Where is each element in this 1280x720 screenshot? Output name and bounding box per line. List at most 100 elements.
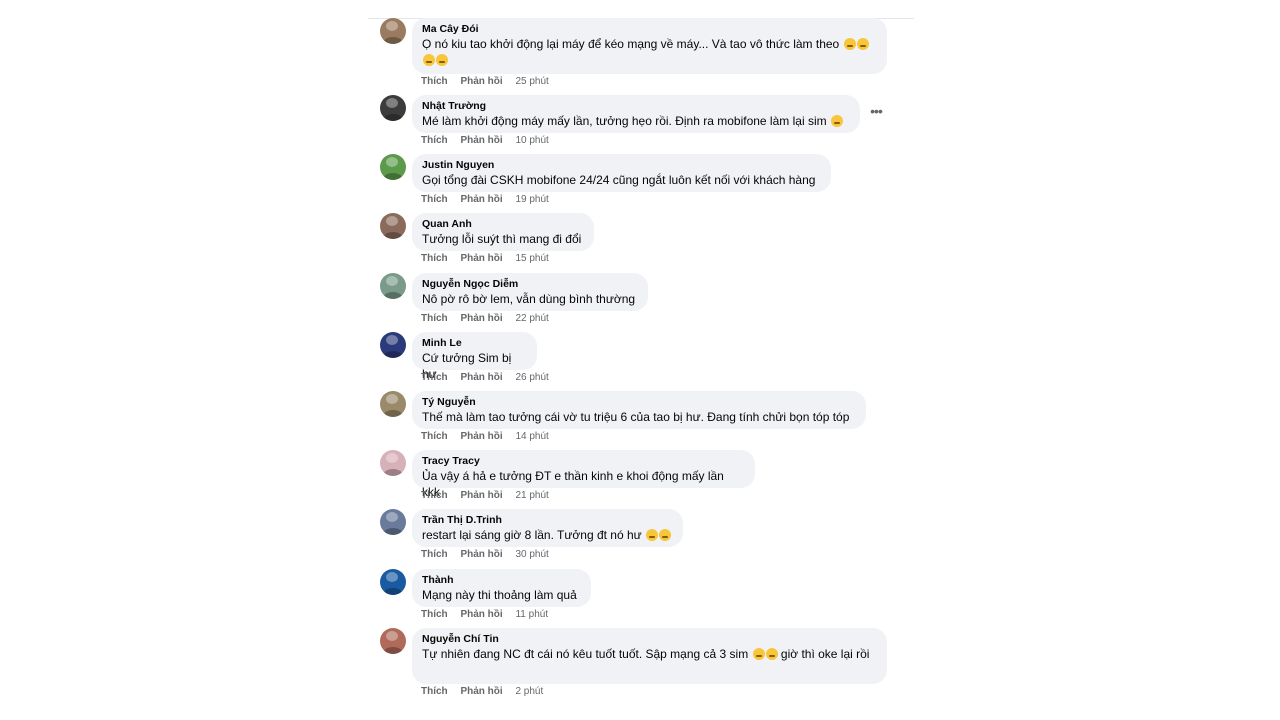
grin-emoji-icon (765, 648, 778, 660)
avatar[interactable] (380, 332, 406, 358)
comment-actions: Thích Phản hồi 2 phút (421, 686, 543, 697)
comment-time[interactable]: 11 phút (515, 609, 548, 620)
comment-text: Thế mà làm tao tưởng cái vờ tu triệu 6 c… (422, 410, 850, 424)
comment-bubble: Tý Nguyễn Thế mà làm tao tưởng cái vờ tu… (412, 391, 866, 429)
like-button[interactable]: Thích (421, 609, 448, 620)
comment-time[interactable]: 15 phút (515, 253, 548, 264)
like-button[interactable]: Thích (421, 686, 448, 697)
grin-emoji-icon (436, 54, 448, 66)
reply-button[interactable]: Phản hồi (460, 686, 502, 697)
comment-actions: Thích Phản hồi 19 phút (421, 194, 549, 205)
comment-author[interactable]: Tracy Tracy (422, 454, 745, 468)
like-button[interactable]: Thích (421, 431, 448, 442)
comment-text: Nô pờ rô bờ lem, vẫn dùng bình thường (422, 292, 636, 306)
comment-text: restart lại sáng giờ 8 lần. Tưởng đt nó … (422, 527, 673, 543)
comment-actions: Thích Phản hồi 10 phút (421, 135, 549, 146)
comment-bubble: Tracy Tracy Ủa vậy á hả e tưởng ĐT e thầ… (412, 450, 755, 499)
comment-author[interactable]: Nguyễn Chí Tin (422, 632, 877, 646)
grin-emoji-icon (856, 38, 869, 50)
comment-thread: Ma Cây Đói Ọ nó kiu tao khởi động lại má… (0, 0, 1280, 720)
sad-emoji-icon (646, 529, 659, 541)
reply-button[interactable]: Phản hồi (460, 372, 502, 383)
comment-text: Tưởng lỗi suýt thì mang đi đổi (422, 232, 582, 246)
comment-bubble: Nhật Trường Mé làm khởi động máy mấy lần… (412, 95, 860, 133)
comment-author[interactable]: Tý Nguyễn (422, 395, 856, 409)
reply-button[interactable]: Phản hồi (460, 76, 502, 87)
like-button[interactable]: Thích (421, 549, 448, 560)
comment-bubble: Quan Anh Tưởng lỗi suýt thì mang đi đổi (412, 213, 594, 251)
comment-bubble: Ma Cây Đói Ọ nó kiu tao khởi động lại má… (412, 18, 887, 74)
comment-text-body: Ọ nó kiu tao khởi động lại máy để kéo mạ… (422, 37, 840, 51)
reply-button[interactable]: Phản hồi (460, 490, 502, 501)
comment-time[interactable]: 14 phút (515, 431, 548, 442)
comment-time[interactable]: 30 phút (515, 549, 548, 560)
comment-bubble: Trần Thị D.Trinh restart lại sáng giờ 8 … (412, 509, 683, 547)
comment-author[interactable]: Trần Thị D.Trinh (422, 513, 673, 527)
comment-time[interactable]: 10 phút (515, 135, 548, 146)
comment-time[interactable]: 26 phút (515, 372, 548, 383)
comment-author[interactable]: Justin Nguyen (422, 158, 821, 172)
comment-author[interactable]: Nhật Trường (422, 99, 850, 113)
reply-button[interactable]: Phản hồi (460, 313, 502, 324)
like-button[interactable]: Thích (421, 372, 448, 383)
rofl-emoji-icon (830, 115, 843, 127)
reply-button[interactable]: Phản hồi (460, 431, 502, 442)
comment-time[interactable]: 19 phút (515, 194, 548, 205)
comment-bubble: Justin Nguyen Gọi tổng đài CSKH mobifone… (412, 154, 831, 192)
avatar[interactable] (380, 509, 406, 535)
comment-author[interactable]: Ma Cây Đói (422, 22, 877, 36)
grin-emoji-icon (423, 54, 435, 66)
more-options-button[interactable]: ••• (868, 103, 884, 119)
like-button[interactable]: Thích (421, 313, 448, 324)
like-button[interactable]: Thích (421, 135, 448, 146)
grin-emoji-icon (843, 38, 856, 50)
reply-button[interactable]: Phản hồi (460, 135, 502, 146)
comment-time[interactable]: 25 phút (515, 76, 548, 87)
comment-time[interactable]: 21 phút (515, 490, 548, 501)
avatar[interactable] (380, 391, 406, 417)
comment-author[interactable]: Nguyễn Ngọc Diễm (422, 277, 638, 291)
avatar[interactable] (380, 95, 406, 121)
comment-text-body: Mé làm khởi động máy mấy lần, tưởng hẹo … (422, 114, 827, 128)
comment-text: Mạng này thi thoảng làm quả (422, 588, 577, 602)
avatar[interactable] (380, 569, 406, 595)
avatar[interactable] (380, 273, 406, 299)
like-button[interactable]: Thích (421, 76, 448, 87)
grin-emoji-icon (752, 648, 765, 660)
reply-button[interactable]: Phản hồi (460, 549, 502, 560)
comment-bubble: Thành Mạng này thi thoảng làm quả (412, 569, 591, 607)
comment-bubble: Nguyễn Chí Tin Tự nhiên đang NC đt cái n… (412, 628, 887, 684)
comment-actions: Thích Phản hồi 25 phút (421, 76, 549, 87)
avatar[interactable] (380, 154, 406, 180)
comment-actions: Thích Phản hồi 11 phút (421, 609, 548, 620)
comment-author[interactable]: Thành (422, 573, 581, 587)
comment-author[interactable]: Quan Anh (422, 217, 584, 231)
like-button[interactable]: Thích (421, 194, 448, 205)
comment-text-body: restart lại sáng giờ 8 lần. Tưởng đt nó … (422, 528, 642, 542)
comment-bubble: Minh Le Cứ tưởng Sim bị hư (412, 332, 537, 381)
comment-author[interactable]: Minh Le (422, 336, 527, 350)
comment-text-body: Tự nhiên đang NC đt cái nó kêu tuốt tuốt… (422, 647, 749, 661)
comment-actions: Thích Phản hồi 30 phút (421, 549, 549, 560)
comment-time[interactable]: 22 phút (515, 313, 548, 324)
reply-button[interactable]: Phản hồi (460, 609, 502, 620)
like-button[interactable]: Thích (421, 253, 448, 264)
comment-text: Mé làm khởi động máy mấy lần, tưởng hẹo … (422, 113, 850, 129)
comment-actions: Thích Phản hồi 15 phút (421, 253, 549, 264)
comment-bubble: Nguyễn Ngọc Diễm Nô pờ rô bờ lem, vẫn dù… (412, 273, 648, 311)
comment-text: Ọ nó kiu tao khởi động lại máy để kéo mạ… (422, 36, 877, 68)
comment-actions: Thích Phản hồi 26 phút (421, 372, 549, 383)
reply-button[interactable]: Phản hồi (460, 253, 502, 264)
reply-button[interactable]: Phản hồi (460, 194, 502, 205)
avatar[interactable] (380, 18, 406, 44)
comment-text: Tự nhiên đang NC đt cái nó kêu tuốt tuốt… (422, 646, 877, 662)
avatar[interactable] (380, 213, 406, 239)
comment-time[interactable]: 2 phút (515, 686, 543, 697)
comment-text-continued: giờ thì oke lại rồi (777, 647, 870, 661)
like-button[interactable]: Thích (421, 490, 448, 501)
avatar[interactable] (380, 628, 406, 654)
comment-actions: Thích Phản hồi 22 phút (421, 313, 549, 324)
avatar[interactable] (380, 450, 406, 476)
comment-actions: Thích Phản hồi 14 phút (421, 431, 549, 442)
comment-text: Gọi tổng đài CSKH mobifone 24/24 cũng ng… (422, 173, 816, 187)
